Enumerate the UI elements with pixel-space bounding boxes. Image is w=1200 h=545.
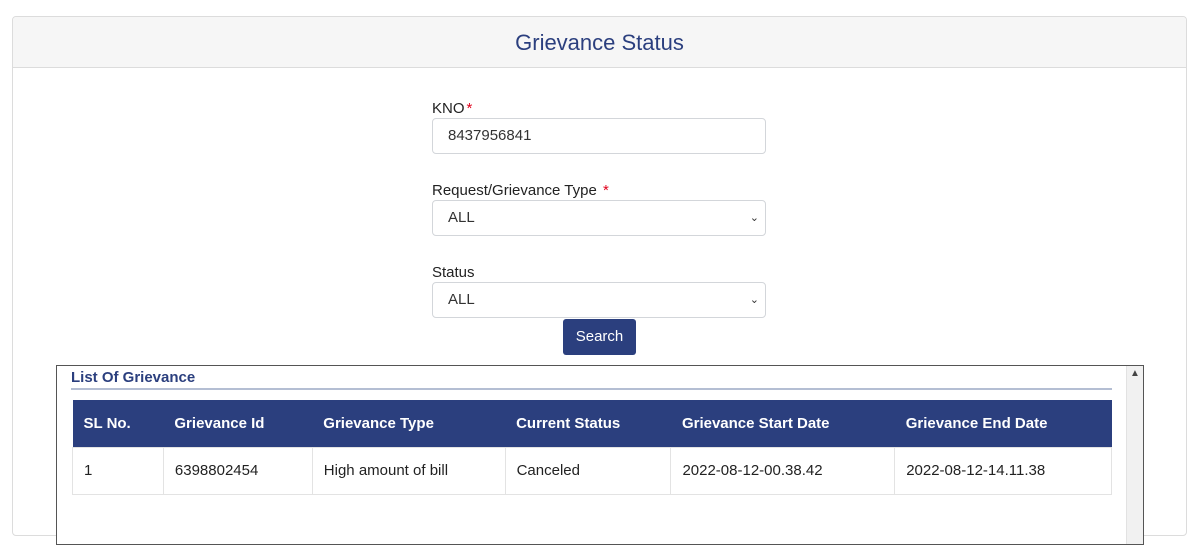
grievance-table: SL No. Grievance Id Grievance Type Curre… bbox=[72, 400, 1112, 495]
status-select[interactable]: ALL ⌄ bbox=[432, 282, 766, 318]
grievance-status-card: Grievance Status KNO * 8437956841 Request… bbox=[12, 16, 1187, 545]
grievance-type-label: Request/Grievance Type * bbox=[432, 182, 609, 199]
required-marker: * bbox=[466, 100, 473, 117]
column-header-sl-no: SL No. bbox=[72, 400, 164, 447]
chevron-down-icon: ⌄ bbox=[749, 294, 759, 306]
grievance-list-panel: List Of Grievance SL No. Grievance Id Gr… bbox=[56, 365, 1144, 545]
cell-start-date: 2022-08-12-00.38.42 bbox=[670, 446, 896, 495]
column-header-current-status: Current Status bbox=[505, 400, 671, 447]
table-row: 1 6398802454 High amount of bill Cancele… bbox=[72, 446, 1112, 495]
status-label: Status bbox=[432, 264, 475, 281]
column-header-end-date: Grievance End Date bbox=[894, 400, 1112, 447]
column-header-grievance-type: Grievance Type bbox=[312, 400, 506, 447]
cell-grievance-id: 6398802454 bbox=[162, 446, 313, 495]
search-button[interactable]: Search bbox=[563, 319, 636, 355]
status-selected-value: ALL bbox=[448, 291, 475, 308]
grievance-type-selected-value: ALL bbox=[448, 209, 475, 226]
table-header-row: SL No. Grievance Id Grievance Type Curre… bbox=[72, 400, 1112, 447]
column-header-grievance-id: Grievance Id bbox=[163, 400, 313, 447]
column-header-start-date: Grievance Start Date bbox=[670, 400, 895, 447]
required-marker: * bbox=[603, 182, 609, 199]
scroll-up-arrow-icon[interactable]: ▲ bbox=[1127, 366, 1143, 382]
cell-end-date: 2022-08-12-14.11.38 bbox=[894, 446, 1112, 495]
vertical-scrollbar[interactable]: ▲ bbox=[1126, 366, 1143, 544]
chevron-down-icon: ⌄ bbox=[749, 212, 759, 224]
page-title: Grievance Status bbox=[13, 17, 1186, 68]
grievance-list-title: List Of Grievance bbox=[71, 369, 196, 386]
cell-grievance-type: High amount of bill bbox=[311, 446, 506, 495]
cell-current-status: Canceled bbox=[504, 446, 672, 495]
title-divider bbox=[71, 388, 1112, 390]
kno-label: KNO * bbox=[432, 100, 473, 117]
grievance-type-select[interactable]: ALL ⌄ bbox=[432, 200, 766, 236]
cell-sl-no: 1 bbox=[72, 446, 164, 495]
kno-input[interactable]: 8437956841 bbox=[432, 118, 766, 154]
